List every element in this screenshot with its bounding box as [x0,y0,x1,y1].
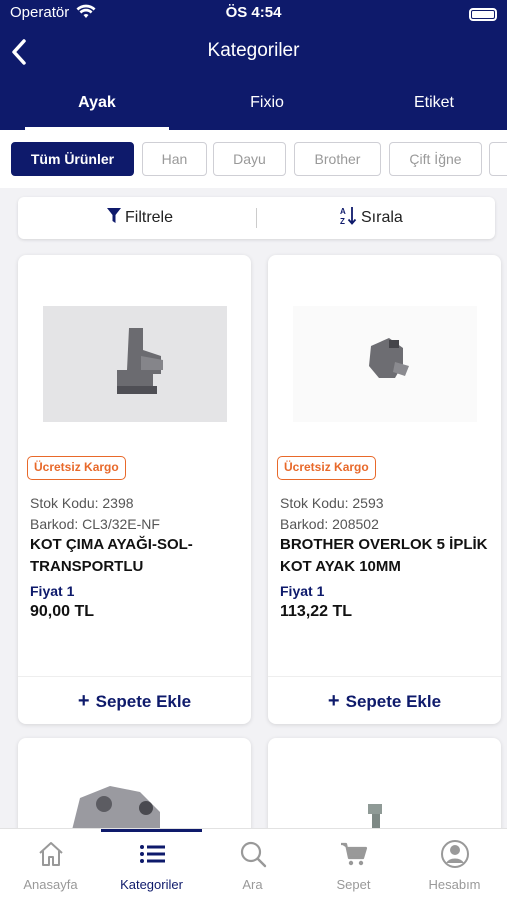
barcode: Barkod: CL3/32E-NF [30,516,160,532]
nav-anasayfa[interactable]: Anasayfa [0,829,101,900]
add-to-cart-button[interactable]: + Sepete Ekle [18,676,251,724]
account-icon [441,840,469,868]
presser-foot-image [70,786,160,838]
nav-label: Sepet [336,877,371,892]
chip-more[interactable] [489,142,507,176]
plus-icon: + [327,690,340,712]
chip-brother[interactable]: Brother [294,142,381,176]
price-label: Fiyat 1 [30,583,75,599]
active-indicator [101,829,202,832]
nav-label: Ara [242,877,263,892]
page-title: Kategoriler [207,40,300,61]
nav-sepet[interactable]: Sepet [303,829,404,900]
stock-code: Stok Kodu: 2593 [280,495,384,511]
filter-label: Filtrele [125,209,174,226]
product-image[interactable] [293,306,477,422]
product-price: 113,22 TL [280,603,353,620]
search-icon [240,841,267,868]
tab-ayak[interactable]: Ayak [25,92,169,130]
filter-sort-bar: Filtrele A Z Sırala [18,197,495,239]
add-to-cart-label: Sepete Ekle [95,692,192,711]
nav-label: Anasayfa [23,877,78,892]
product-name[interactable]: BROTHER OVERLOK 5 İPLİK KOT AYAK 10MM [280,534,495,578]
add-to-cart-label: Sepete Ekle [345,692,442,711]
chip-dayu[interactable]: Dayu [213,142,286,176]
product-image[interactable] [43,306,227,422]
nav-hesabim[interactable]: Hesabım [404,829,505,900]
clock: ÖS 4:54 [225,4,282,21]
tab-etiket[interactable]: Etiket [362,92,506,130]
bottom-navigation: Anasayfa Kategoriler Ara Sepet Hesabım [0,828,507,900]
tab-fixio[interactable]: Fixio [195,92,339,130]
presser-foot-image [368,804,382,838]
nav-ara[interactable]: Ara [202,829,303,900]
presser-foot-image [293,306,477,422]
free-shipping-badge: Ücretsiz Kargo [277,456,376,480]
chip-cift-igne[interactable]: Çift İğne [389,142,482,176]
filter-icon [107,208,121,223]
battery-icon [469,8,497,21]
cart-icon [341,842,368,866]
chip-tum-urunler[interactable]: Tüm Ürünler [11,142,134,176]
product-card[interactable]: Ücretsiz Kargo Stok Kodu: 2398 Barkod: C… [18,255,251,724]
category-tabs: Ayak Fixio Etiket [0,92,507,130]
status-bar: Operatör ÖS 4:54 [0,4,507,24]
app-header: Operatör ÖS 4:54 Kategoriler Ayak Fixio … [0,0,507,130]
nav-label: Hesabım [428,877,481,892]
nav-kategoriler[interactable]: Kategoriler [101,829,202,900]
sort-label: Sırala [361,209,403,226]
plus-icon: + [77,690,90,712]
free-shipping-badge: Ücretsiz Kargo [27,456,126,480]
price-label: Fiyat 1 [280,583,325,599]
add-to-cart-button[interactable]: + Sepete Ekle [268,676,501,724]
svg-text:A: A [340,207,346,216]
sort-button[interactable]: A Z Sırala [340,197,403,239]
nav-label: Kategoriler [120,877,183,892]
product-name[interactable]: KOT ÇIMA AYAĞI-SOL-TRANSPORTLU [30,534,245,578]
svg-text:Z: Z [340,217,345,226]
filter-button[interactable]: Filtrele [107,197,173,239]
product-price: 90,00 TL [30,603,95,620]
barcode: Barkod: 208502 [280,516,379,532]
chip-han[interactable]: Han [142,142,207,176]
product-card[interactable]: Ücretsiz Kargo Stok Kodu: 2593 Barkod: 2… [268,255,501,724]
home-icon [39,842,63,866]
subcategory-chips: Tüm Ürünler Han Dayu Brother Çift İğne [0,130,507,188]
presser-foot-image [43,306,227,422]
list-icon [140,845,165,863]
sort-az-icon: AZ [340,207,357,226]
stock-code: Stok Kodu: 2398 [30,495,134,511]
toolbar-divider [256,208,257,228]
